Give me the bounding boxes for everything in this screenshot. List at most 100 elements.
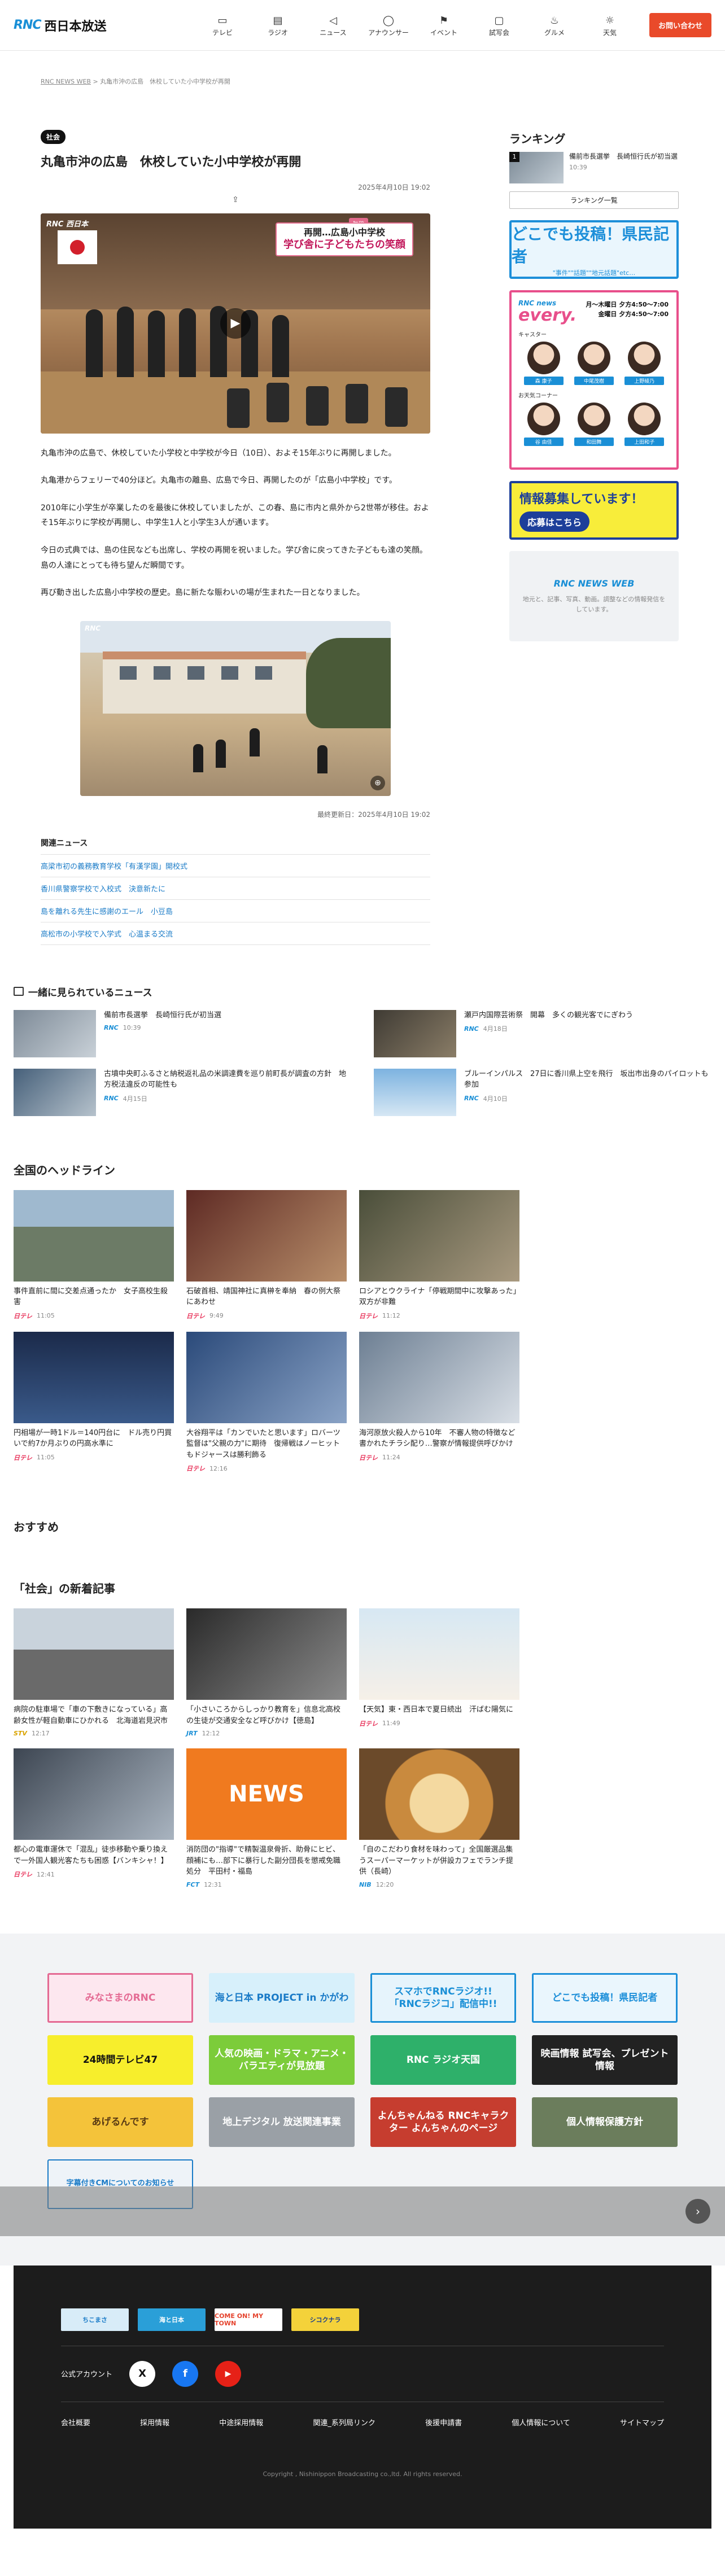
news-source: RNC [464, 1025, 479, 1033]
news-card[interactable]: 【天気】東・西日本で夏日続出 汗ばむ陽気に 日テレ 11:49 [359, 1608, 519, 1737]
news-title: 古墳中央町ふるさと納税返礼品の米調達費を巡り前町長が調査の方針 地方税法違反の可… [104, 1069, 347, 1090]
contact-button[interactable]: お問い合わせ [649, 13, 711, 37]
ad-brand: RNC NEWS WEB [553, 578, 635, 589]
nav-news[interactable]: ◁ ニュース [306, 13, 360, 37]
footer-link[interactable]: 個人情報について [512, 2417, 570, 2428]
zoom-icon[interactable]: ⊕ [370, 775, 385, 790]
caster-name: 森 康子 [523, 377, 564, 385]
agerundesu-banner[interactable]: あげるんです [47, 2097, 193, 2147]
news-time: 9:49 [209, 1312, 224, 1320]
news-card[interactable]: 石破首相、靖国神社に真榊を奉納 春の例大祭にあわせ 日テレ 9:49 [186, 1189, 347, 1320]
category-tag[interactable]: 社会 [41, 130, 66, 144]
scroll-next-icon[interactable]: › [685, 2198, 710, 2224]
news-card[interactable]: 瀬戸内国際芸術祭 開幕 多くの観光客でにぎわう RNC 4月18日 [374, 1009, 711, 1057]
digital-banner[interactable]: 地上デジタル 放送関連事業 [209, 2097, 355, 2147]
sea-japan-banner[interactable]: 海と日本 PROJECT in かがわ [209, 1973, 355, 2023]
person-figure [272, 314, 289, 377]
breadcrumb-home[interactable]: RNC NEWS WEB [41, 78, 91, 85]
nav-announcer[interactable]: ◯ アナウンサー [361, 13, 416, 37]
news-card[interactable]: 大谷翔平は「カンでいたと思います」ロバーツ監督は"父親の力"に期待 復帰戦はノー… [186, 1331, 347, 1473]
news-source: FCT [186, 1880, 200, 1888]
footer-logo[interactable]: 海と日本 [138, 2308, 206, 2331]
news-card[interactable]: NEWS 消防団の"指導"で精製温泉骨折、助骨にヒビ、顔補にも…部下に暴行した副分… [186, 1748, 347, 1888]
nav-label: ラジオ [268, 29, 288, 37]
news-card[interactable]: 病院の駐車場で「車の下敷きになっている」高齢女性が軽自動車にひかれる 北海道岩見… [14, 1608, 174, 1737]
caster-photo [577, 342, 610, 374]
telop-line2: 学び舎に子どもたちの笑顔 [283, 239, 405, 251]
radio-program-banner[interactable]: RNC ラジオ天国 [370, 2035, 516, 2085]
news-time: 12:16 [209, 1464, 228, 1472]
nav-event[interactable]: ⚑ イベント [417, 13, 471, 37]
news-source: RNC [104, 1095, 119, 1103]
nav-preview[interactable]: ▢ 試写会 [472, 13, 526, 37]
footer-logo[interactable]: ちこまさ [61, 2308, 129, 2331]
news-card[interactable]: 都心の電車運休で「混乱」徒歩移動や乗り換えで一外国人観光客たちも困惑【バンキシャ… [14, 1748, 174, 1888]
personal-info-banner[interactable]: 個人情報保護方針 [532, 2097, 678, 2147]
footer-link[interactable]: 採用情報 [140, 2417, 169, 2428]
news-time: 12:20 [375, 1880, 394, 1888]
share-icon[interactable]: ⇪ [41, 195, 430, 204]
footer-logo[interactable]: COME ON! MY TOWN [215, 2308, 282, 2331]
news-thumbnail [359, 1331, 519, 1423]
building-window [120, 666, 137, 680]
building-window [221, 666, 238, 680]
person-figure [148, 310, 165, 377]
site-logo[interactable]: RNC 西日本放送 [14, 16, 107, 34]
nav-weather[interactable]: ☼ 天気 [583, 13, 637, 37]
weather-label: お天気コーナー [518, 393, 558, 399]
telop-line1: 再開…広島小中学校 [303, 226, 385, 238]
news-card[interactable]: 「小さいころからしっかり教育を」信息北高校の生徒が交通安全など呼びかけ【徳島】 J… [186, 1608, 347, 1737]
youtube-icon[interactable]: ▶ [215, 2360, 242, 2387]
ranking-list-button[interactable]: ランキング一覧 [509, 191, 679, 209]
movie-info-banner[interactable]: 映画情報 試写会、プレゼント情報 [532, 2035, 678, 2085]
news-card[interactable]: 「自のこだわり食材を味わって」全国厳選品集うスーパーマーケットが併設カフェでラン… [359, 1748, 519, 1888]
caster: 上田和子 [624, 403, 665, 446]
facebook-icon[interactable]: f [172, 2360, 199, 2387]
news-card[interactable]: 備前市長選挙 長崎恒行氏が初当選 RNC 10:39 [14, 1009, 351, 1057]
nav-gourmet[interactable]: ♨ グルメ [527, 13, 582, 37]
yonchan-banner[interactable]: よんちゃんねる RNCキャラクター よんちゃんのページ [370, 2097, 516, 2147]
footer-link[interactable]: 会社概要 [61, 2417, 90, 2428]
mina-banner[interactable]: みなさまのRNC [47, 1973, 193, 2023]
related-link[interactable]: 高松市の小学校で入学式 心温まる交流 [41, 922, 430, 945]
reporter-banner[interactable]: どこでも投稿！県民記者 "事件""話題""地元話題"etc… [509, 220, 679, 279]
footer-link[interactable]: サイトマップ [620, 2417, 664, 2428]
related-link[interactable]: 香川県警察学校で入校式 決意新たに [41, 877, 430, 900]
related-link[interactable]: 高梁市初の義務教育学校「有漢学園」開校式 [41, 854, 430, 877]
news-card[interactable]: ロシアとウクライナ「停戦期間中に攻撃あった」双方が非難 日テレ 11:12 [359, 1189, 519, 1320]
video-player[interactable]: RNC 西日本 午後 再開…広島小中学校 学び舎に子どもたちの笑顔 ▶ [41, 213, 430, 434]
news-card[interactable]: 事件直前に間に交差点通ったか 女子高校生殺害 日テレ 11:05 [14, 1189, 174, 1320]
movie-drama-banner[interactable]: 人気の映画・ドラマ・アニメ・バラエティが見放題 [209, 2035, 355, 2085]
logo-mark: RNC [14, 18, 41, 32]
related-link[interactable]: 島を離れる先生に感謝のエール 小豆島 [41, 900, 430, 922]
x-icon[interactable]: X [129, 2360, 156, 2387]
article-photo[interactable]: RNC ⊕ [80, 620, 391, 796]
reporter-banner-bottom[interactable]: どこでも投稿！県民記者 [532, 1973, 678, 2023]
info-recruit-banner[interactable]: 情報募集しています！ 応募はこちら [509, 481, 679, 540]
news-card[interactable]: 海河原放火殺人から10年 不審人物の特徴など書かれたチラシ配り…警察が情報提供呼… [359, 1331, 519, 1473]
news-card[interactable]: 円相場が一時1ドル＝140円台に ドル売り円買いで約7か月ぶりの円高水準に 日テレ… [14, 1331, 174, 1473]
footer-logo[interactable]: シコクナラ [291, 2308, 359, 2331]
radiko-banner[interactable]: スマホでRNCラジオ!! 「RNCラジコ」配信中!! [370, 1973, 516, 2023]
nav-label: 天気 [602, 29, 617, 37]
ranking-item[interactable]: 1 備前市長選挙 長崎恒行氏が初当選 10:39 [509, 152, 679, 183]
news-card[interactable]: ブルーインパルス 27日に香川県上空を飛行 坂出市出身のパイロットも参加 RNC… [374, 1068, 711, 1116]
caster-photo [577, 403, 610, 435]
ranking-heading: ランキング [509, 132, 566, 146]
site-footer: ちこまさ 海と日本 COME ON! MY TOWN シコクナラ 公式アカウント… [14, 2265, 711, 2529]
24h-tv-banner[interactable]: 24時間テレビ47 [47, 2035, 193, 2085]
every-banner[interactable]: RNC news every. 月〜木曜日 夕方4:50〜7:00 金曜日 夕方… [509, 290, 679, 470]
weather-row: 谷 由佳 和田舞 上田和子 [518, 403, 670, 446]
news-title: ブルーインパルス 27日に香川県上空を飛行 坂出市出身のパイロットも参加 [464, 1069, 709, 1090]
nav-radio[interactable]: ▤ ラジオ [251, 13, 305, 37]
news-card[interactable]: 古墳中央町ふるさと納税返礼品の米調達費を巡り前町長が調査の方針 地方税法違反の可… [14, 1068, 351, 1116]
weather-icon: ☼ [605, 14, 615, 27]
video-people [86, 298, 357, 377]
footer-link[interactable]: 中途採用情報 [219, 2417, 263, 2428]
nav-tv[interactable]: ▭ テレビ [195, 13, 250, 37]
play-icon[interactable]: ▶ [220, 308, 251, 339]
news-source: RNC [104, 1024, 119, 1032]
breadcrumb-current: 丸亀市沖の広島 休校していた小中学校が再開 [100, 78, 230, 85]
footer-link[interactable]: 後援申請書 [425, 2417, 462, 2428]
footer-link[interactable]: 関連_系列局リンク [313, 2417, 375, 2428]
